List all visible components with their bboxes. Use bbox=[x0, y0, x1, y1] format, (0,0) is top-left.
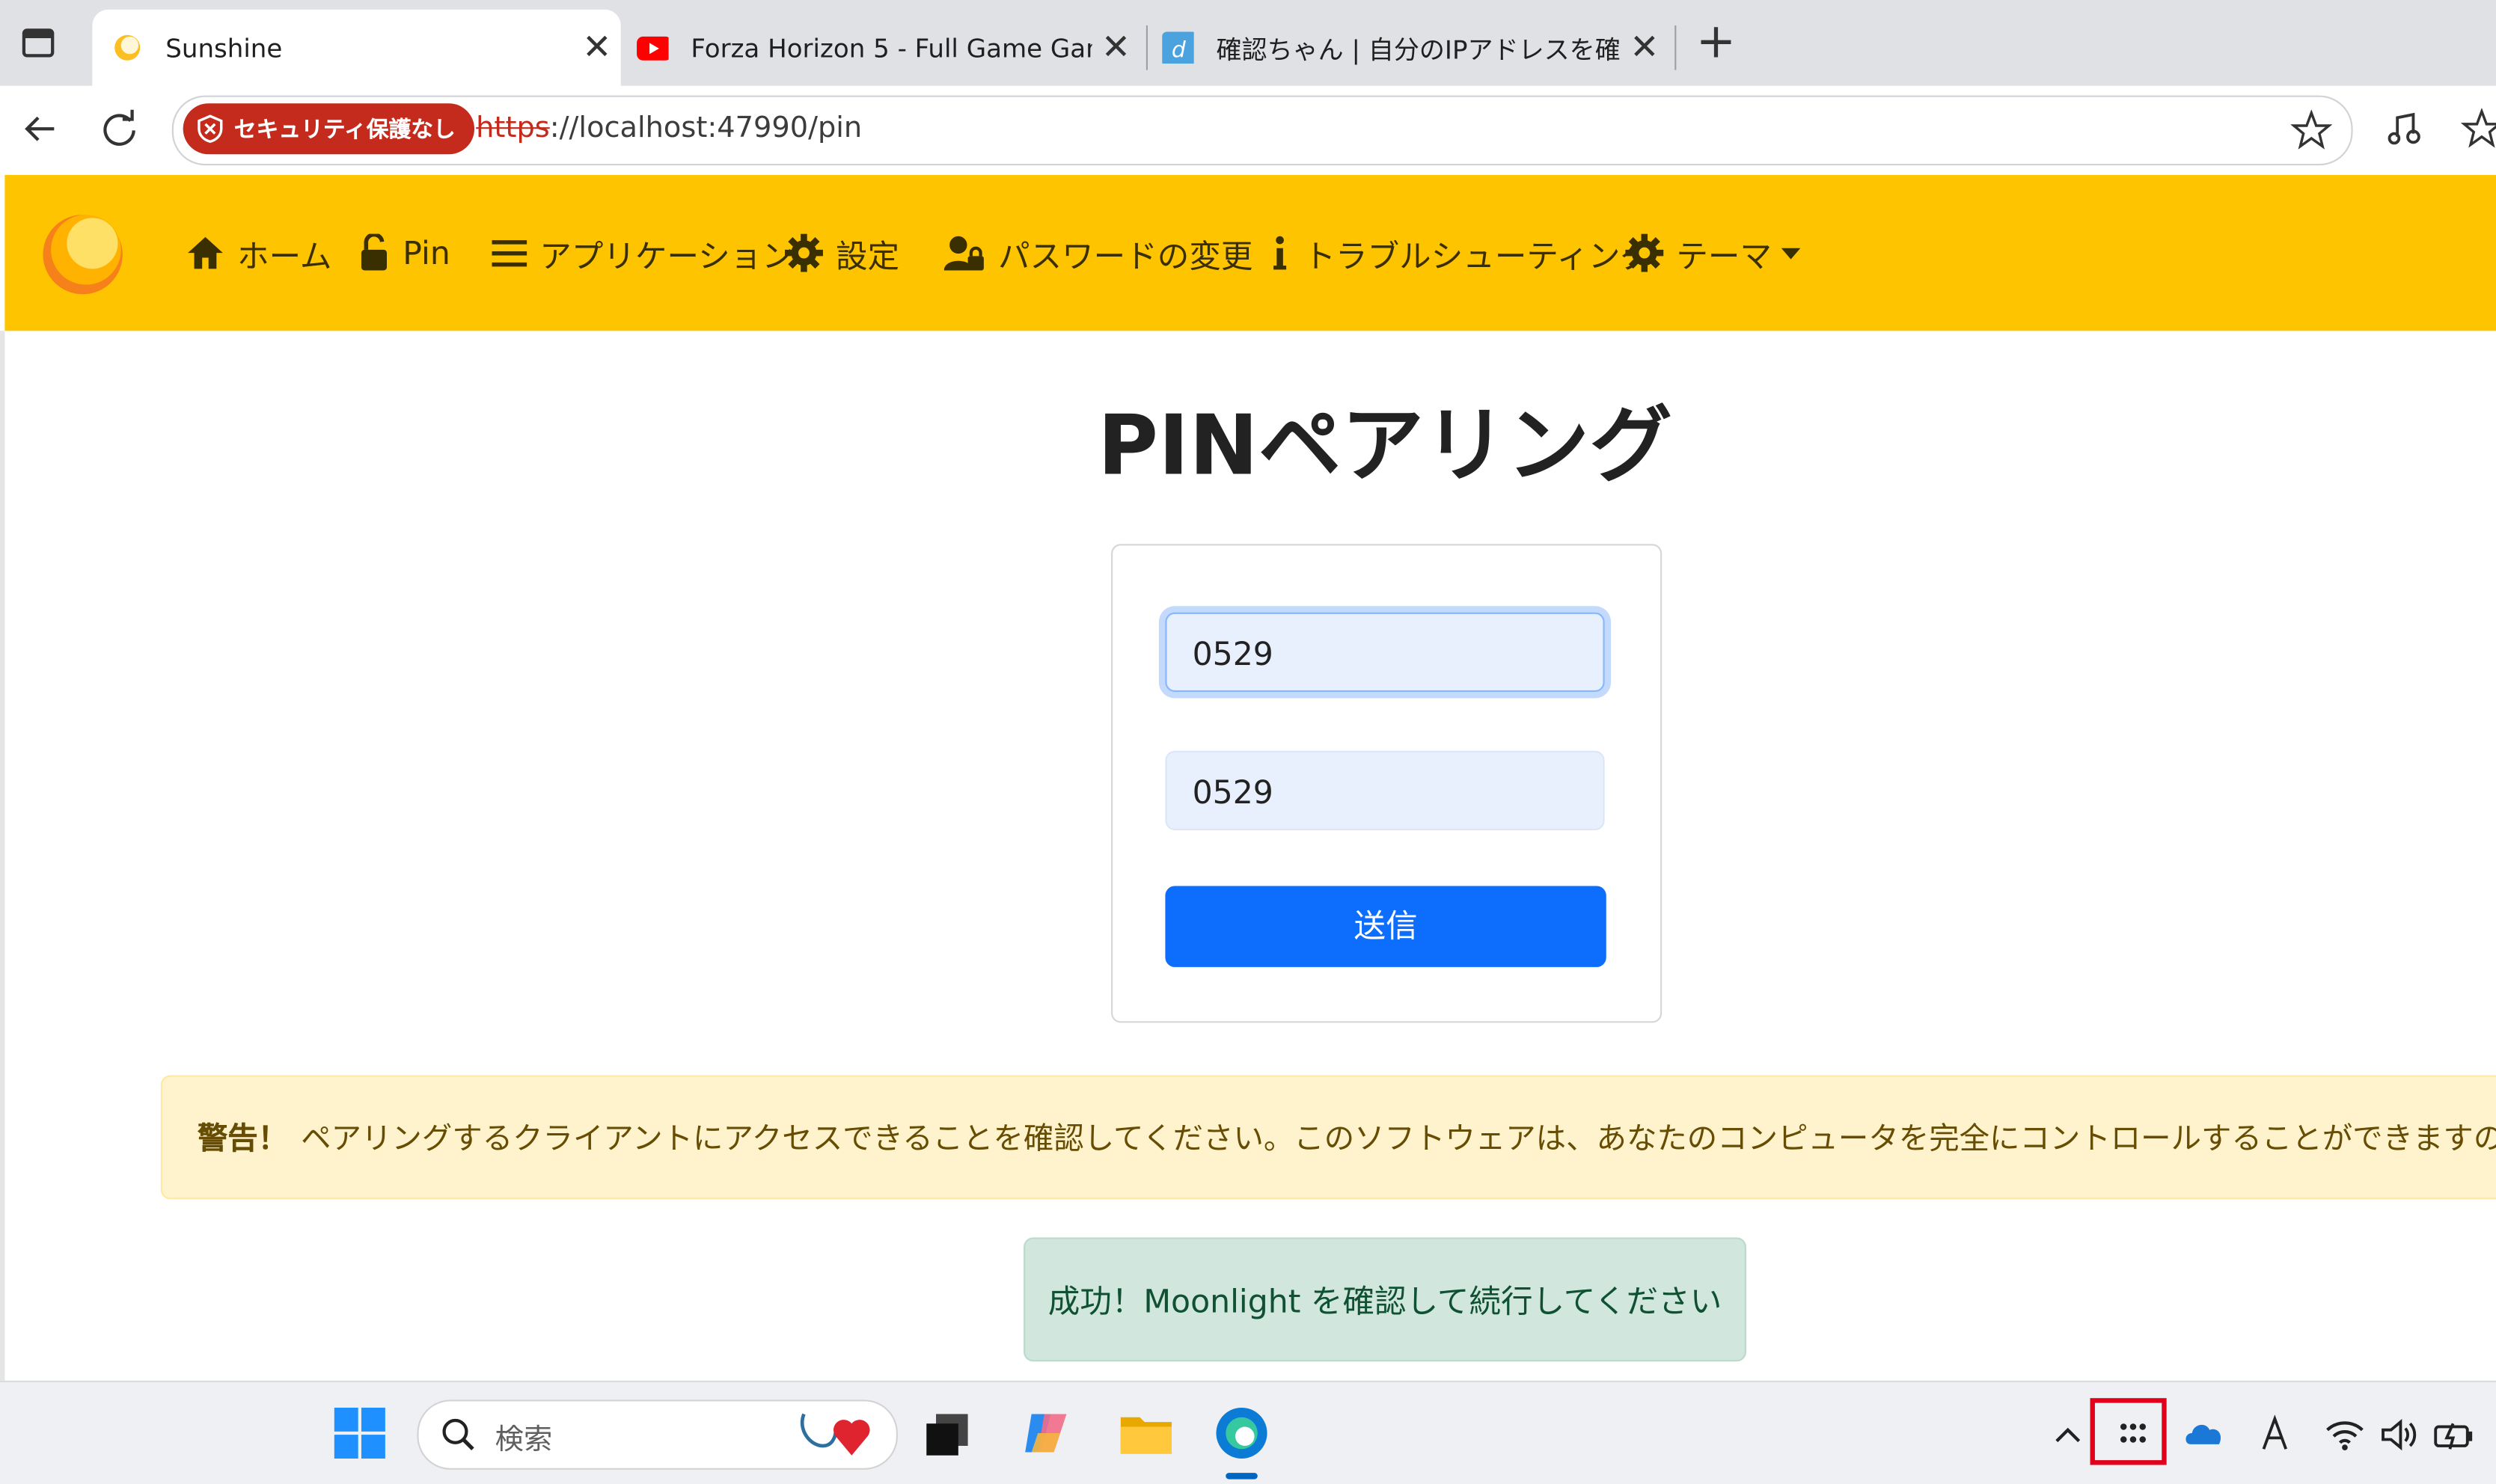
chevron-up-icon[interactable] bbox=[2047, 1414, 2088, 1455]
sunshine-logo-icon bbox=[114, 34, 141, 61]
nav-settings[interactable]: 設定 bbox=[784, 229, 900, 277]
tab-divider bbox=[1145, 25, 1148, 70]
warning-text: ペアリングするクライアントにアクセスできることを確認してください。このソフトウェ… bbox=[301, 1121, 2496, 1156]
nav-label: トラブルシューティング bbox=[1303, 236, 1653, 275]
nav-home[interactable]: ホーム bbox=[186, 229, 331, 277]
favorites-icon[interactable] bbox=[2461, 108, 2496, 150]
tab-sunshine[interactable]: Sunshine ✕ bbox=[92, 9, 621, 86]
close-icon[interactable]: ✕ bbox=[1621, 28, 1668, 67]
warning-alert: 警告！ ペアリングするクライアントにアクセスできることを確認してください。このソフ… bbox=[160, 1075, 2496, 1200]
nav-label: 設定 bbox=[835, 236, 900, 275]
nav-label: Pin bbox=[403, 233, 450, 272]
nav-label: アプリケーション bbox=[539, 236, 794, 275]
url-text[interactable]: https://localhost:47990/pin bbox=[476, 111, 862, 145]
taskbar-search-box[interactable]: 検索 bbox=[417, 1399, 898, 1470]
browser-tab-strip: Sunshine ✕ Forza Horizon 5 - Full Game G… bbox=[0, 0, 2496, 86]
file-explorer-icon[interactable] bbox=[1118, 1405, 1175, 1462]
tab-divider bbox=[1674, 25, 1677, 70]
tab-kakunin[interactable]: d 確認ちゃん | 自分のIPアドレスを確認 ✕ bbox=[1149, 10, 1668, 86]
shield-icon bbox=[198, 114, 223, 144]
tab-title: 確認ちゃん | 自分のIPアドレスを確認 bbox=[1216, 34, 1621, 66]
close-icon[interactable]: ✕ bbox=[1092, 28, 1140, 67]
edge-browser-icon[interactable] bbox=[1213, 1405, 1270, 1462]
unlock-icon bbox=[361, 233, 388, 271]
active-app-indicator bbox=[1226, 1473, 1258, 1480]
windows-start-icon[interactable] bbox=[331, 1405, 389, 1462]
svg-text:d: d bbox=[1172, 37, 1187, 64]
tab-title: Sunshine bbox=[165, 32, 283, 63]
success-alert: 成功！Moonlight を確認して続行してください bbox=[1024, 1237, 1746, 1362]
new-tab-button[interactable]: + bbox=[1694, 15, 1739, 70]
tab-youtube[interactable]: Forza Horizon 5 - Full Game Gam ✕ bbox=[621, 10, 1140, 86]
browser-toolbar: セキュリティ保護なし https://localhost:47990/pin bbox=[0, 85, 2496, 172]
user-lock-icon bbox=[943, 236, 984, 271]
gear-icon bbox=[1625, 233, 1664, 272]
sunshine-logo-icon[interactable] bbox=[40, 203, 135, 299]
security-warning-label: セキュリティ保護なし bbox=[233, 117, 456, 144]
back-arrow-icon[interactable] bbox=[16, 105, 64, 153]
pin-input[interactable]: 0529 bbox=[1165, 612, 1605, 693]
nav-theme-dropdown[interactable]: テーマ bbox=[1625, 229, 1801, 277]
nav-applications[interactable]: アプリケーション bbox=[492, 229, 794, 277]
warning-strong-label: 警告！ bbox=[197, 1121, 289, 1156]
close-icon[interactable]: ✕ bbox=[573, 28, 621, 67]
windows-taskbar: 検索 bbox=[0, 1380, 2496, 1484]
device-name-input[interactable]: 0529 bbox=[1165, 750, 1605, 831]
nav-label: ホーム bbox=[237, 236, 332, 275]
stethoscope-heart-icon bbox=[800, 1413, 870, 1456]
tab-title: Forza Horizon 5 - Full Game Gam bbox=[691, 32, 1092, 63]
home-icon bbox=[188, 236, 223, 269]
sidebar-toggle-icon[interactable] bbox=[19, 24, 58, 62]
highlight-box bbox=[2090, 1398, 2167, 1465]
search-icon bbox=[442, 1418, 474, 1451]
submit-button[interactable]: 送信 bbox=[1165, 886, 1606, 967]
nav-change-password[interactable]: パスワードの変更 bbox=[943, 229, 1253, 277]
input-method-icon[interactable] bbox=[2254, 1414, 2295, 1455]
refresh-icon[interactable] bbox=[96, 105, 144, 153]
favorite-star-icon[interactable] bbox=[2290, 109, 2332, 151]
chevron-down-icon bbox=[1781, 247, 1801, 259]
nav-label: パスワードの変更 bbox=[998, 236, 1253, 275]
search-placeholder: 検索 bbox=[495, 1423, 553, 1457]
gear-icon bbox=[784, 233, 823, 272]
list-icon bbox=[492, 240, 527, 267]
read-aloud-icon[interactable] bbox=[2385, 108, 2426, 150]
wifi-icon[interactable] bbox=[2324, 1414, 2365, 1455]
address-bar[interactable]: セキュリティ保護なし https://localhost:47990/pin bbox=[171, 95, 2353, 166]
kakunin-chan-icon: d bbox=[1162, 31, 1194, 64]
nav-troubleshooting[interactable]: トラブルシューティング bbox=[1269, 229, 1652, 277]
info-icon bbox=[1273, 236, 1287, 270]
page-title: PINペアリング bbox=[1097, 399, 1673, 495]
site-navbar: ホーム Pin アプリケーション 設定 パスワードの変更 トラブルシューティング… bbox=[4, 174, 2496, 331]
copilot-icon[interactable] bbox=[1019, 1405, 1077, 1462]
onedrive-icon[interactable] bbox=[2184, 1414, 2225, 1455]
nav-pin[interactable]: Pin bbox=[358, 229, 450, 277]
security-warning-badge[interactable]: セキュリティ保護なし bbox=[183, 103, 475, 155]
task-view-icon[interactable] bbox=[920, 1405, 978, 1462]
battery-charging-icon[interactable] bbox=[2432, 1414, 2474, 1455]
url-path: ://localhost:47990/pin bbox=[549, 111, 863, 145]
youtube-icon bbox=[637, 36, 669, 61]
nav-label: テーマ bbox=[1676, 236, 1772, 275]
url-scheme: https bbox=[476, 111, 550, 145]
volume-icon[interactable] bbox=[2379, 1414, 2420, 1455]
